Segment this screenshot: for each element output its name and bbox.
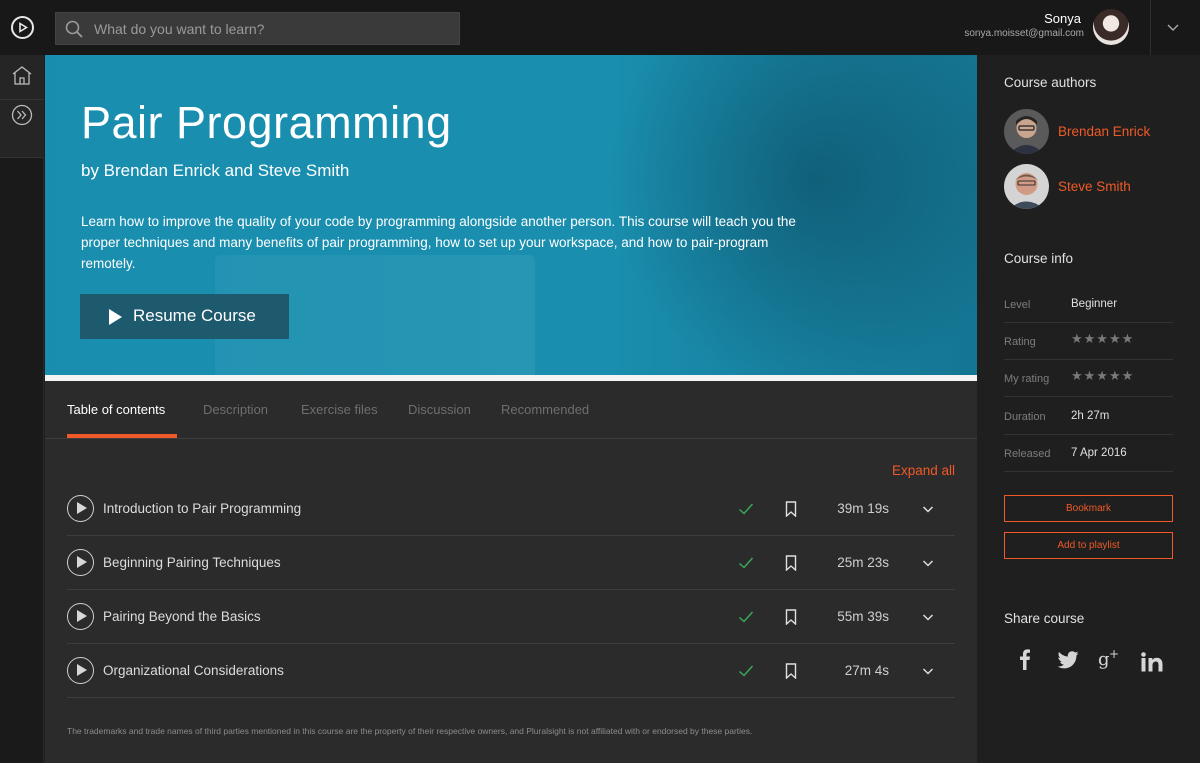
module-duration: 25m 23s: [837, 555, 889, 570]
linkedin-icon[interactable]: [1141, 652, 1163, 672]
author-avatar[interactable]: [1004, 164, 1049, 209]
course-hero: Pair Programming by Brendan Enrick and S…: [45, 55, 977, 375]
module-duration: 55m 39s: [837, 609, 889, 624]
module-row[interactable]: Beginning Pairing Techniques 25m 23s: [67, 536, 955, 590]
info-row-level: Level Beginner: [1004, 286, 1173, 323]
legal-disclaimer: The trademarks and trade names of third …: [67, 726, 753, 736]
course-content: Table of contents Description Exercise f…: [45, 381, 977, 763]
course-sidebar: Course authors Brendan Enrick Steve Smit…: [977, 55, 1200, 763]
course-title: Pair Programming: [81, 97, 452, 148]
tab-exercise-files[interactable]: Exercise files: [301, 402, 378, 417]
bookmark-button[interactable]: Bookmark: [1004, 495, 1173, 522]
divider: [0, 99, 44, 100]
twitter-icon[interactable]: [1057, 651, 1079, 669]
completed-check-icon: [739, 557, 754, 569]
bookmark-icon[interactable]: [785, 609, 797, 625]
search-icon: [65, 20, 83, 38]
play-icon: [109, 309, 122, 325]
info-label: Level: [1004, 299, 1031, 311]
chevron-down-icon[interactable]: [922, 504, 934, 514]
module-title[interactable]: Beginning Pairing Techniques: [103, 555, 281, 570]
google-plus-icon[interactable]: g +: [1098, 647, 1122, 671]
play-module-icon[interactable]: [67, 603, 94, 630]
completed-check-icon: [739, 665, 754, 677]
author-name[interactable]: Steve Smith: [1058, 179, 1131, 194]
search-input[interactable]: [94, 13, 454, 44]
chevron-down-icon[interactable]: [922, 666, 934, 676]
active-tab-indicator: [67, 434, 177, 438]
rating-stars: ★★★★★: [1071, 332, 1135, 347]
author-item[interactable]: Steve Smith: [1004, 164, 1194, 210]
info-value: Beginner: [1071, 298, 1118, 310]
authors-heading: Course authors: [1004, 75, 1097, 90]
expand-nav-icon[interactable]: [11, 104, 33, 126]
chevron-down-icon[interactable]: [1166, 20, 1180, 34]
svg-text:g: g: [1098, 649, 1110, 670]
info-row-my-rating: My rating ★★★★★: [1004, 360, 1173, 397]
tab-table-of-contents[interactable]: Table of contents: [67, 402, 165, 417]
top-bar: Sonya sonya.moisset@gmail.com: [0, 0, 1200, 55]
info-row-duration: Duration 2h 27m: [1004, 398, 1173, 435]
info-row-released: Released 7 Apr 2016: [1004, 435, 1173, 472]
module-row[interactable]: Introduction to Pair Programming 39m 19s: [67, 482, 955, 536]
play-module-icon[interactable]: [67, 549, 94, 576]
user-avatar[interactable]: [1093, 9, 1129, 45]
svg-text:+: +: [1109, 647, 1119, 661]
expand-all-link[interactable]: Expand all: [892, 463, 955, 478]
chevron-down-icon[interactable]: [922, 558, 934, 568]
module-row[interactable]: Organizational Considerations 27m 4s: [67, 644, 955, 698]
course-info-heading: Course info: [1004, 251, 1074, 266]
bookmark-icon[interactable]: [785, 555, 797, 571]
search-box: [55, 12, 460, 45]
my-rating-stars[interactable]: ★★★★★: [1071, 369, 1134, 384]
author-name[interactable]: Brendan Enrick: [1058, 124, 1150, 139]
module-duration: 27m 4s: [844, 663, 889, 678]
course-byline: by Brendan Enrick and Steve Smith: [81, 161, 350, 180]
info-label: My rating: [1004, 373, 1050, 385]
module-title[interactable]: Organizational Considerations: [103, 663, 284, 678]
tab-description[interactable]: Description: [203, 402, 268, 417]
play-module-icon[interactable]: [67, 657, 94, 684]
info-value: 7 Apr 2016: [1071, 447, 1127, 459]
play-module-icon[interactable]: [67, 495, 94, 522]
info-label: Duration: [1004, 411, 1046, 423]
completed-check-icon: [739, 611, 754, 623]
author-item[interactable]: Brendan Enrick: [1004, 109, 1194, 155]
info-label: Released: [1004, 448, 1051, 460]
bookmark-icon[interactable]: [785, 663, 797, 679]
pluralsight-logo-icon[interactable]: [11, 16, 34, 39]
chevron-down-icon[interactable]: [922, 612, 934, 622]
module-title[interactable]: Introduction to Pair Programming: [103, 501, 301, 516]
author-avatar[interactable]: [1004, 109, 1049, 154]
tab-recommended[interactable]: Recommended: [501, 402, 589, 417]
completed-check-icon: [739, 503, 754, 515]
divider: [0, 157, 44, 158]
module-title[interactable]: Pairing Beyond the Basics: [103, 609, 261, 624]
info-value: 2h 27m: [1071, 410, 1110, 422]
facebook-icon[interactable]: [1017, 648, 1031, 670]
bookmark-icon[interactable]: [785, 501, 797, 517]
user-email: sonya.moisset@gmail.com: [964, 28, 1084, 39]
user-name: Sonya: [1044, 11, 1081, 26]
info-label: Rating: [1004, 336, 1036, 348]
module-row[interactable]: Pairing Beyond the Basics 55m 39s: [67, 590, 955, 644]
share-heading: Share course: [1004, 611, 1085, 626]
add-to-playlist-button[interactable]: Add to playlist: [1004, 532, 1173, 559]
home-icon[interactable]: [11, 65, 33, 85]
module-duration: 39m 19s: [837, 501, 889, 516]
resume-course-label: Resume Course: [133, 306, 256, 325]
course-description: Learn how to improve the quality of your…: [81, 214, 796, 271]
tab-bar: Table of contents Description Exercise f…: [45, 381, 977, 439]
left-rail: [0, 55, 44, 763]
info-row-rating: Rating ★★★★★: [1004, 323, 1173, 360]
tab-discussion[interactable]: Discussion: [408, 402, 471, 417]
divider: [1150, 0, 1151, 55]
resume-course-button[interactable]: Resume Course: [80, 294, 289, 339]
